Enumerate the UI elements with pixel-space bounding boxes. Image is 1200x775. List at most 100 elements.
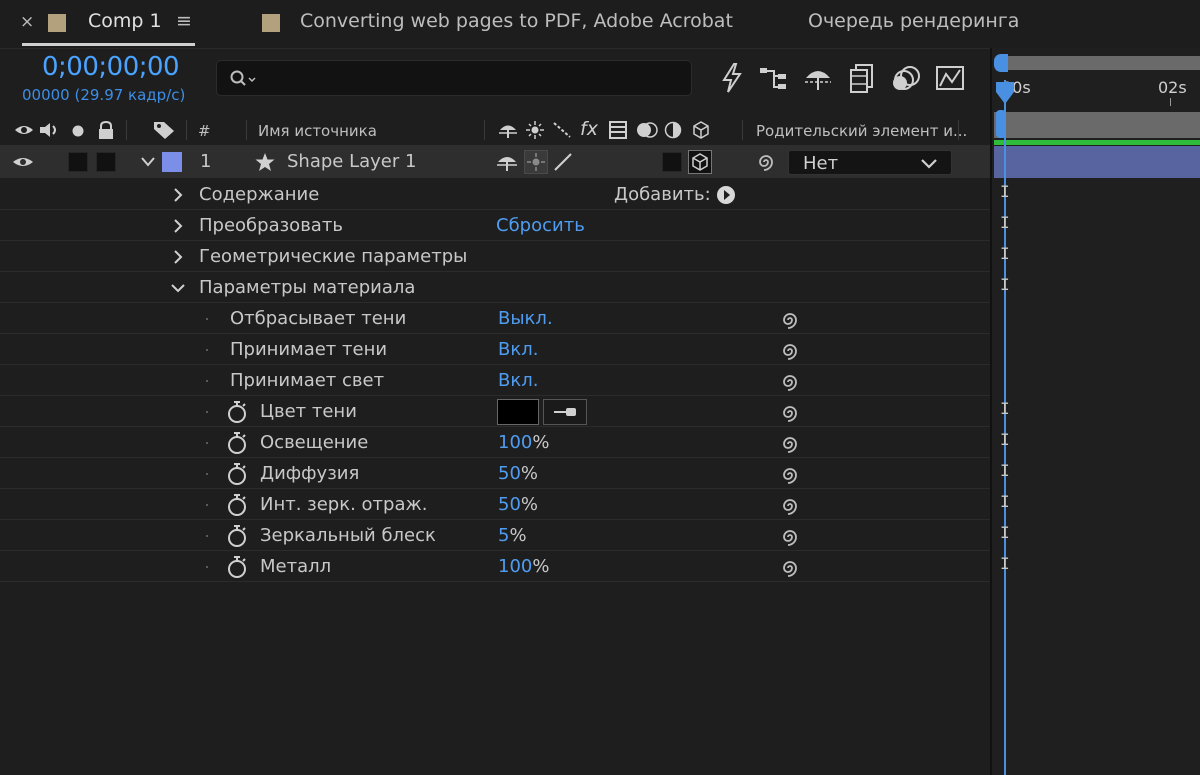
stopwatch-icon[interactable]	[226, 493, 248, 517]
pick-whip-spiral-icon[interactable]	[778, 557, 802, 579]
chevron-right-icon[interactable]	[172, 187, 184, 203]
layer-span-bar[interactable]	[994, 146, 1200, 178]
timeline-panel[interactable]: 00s 02s	[990, 48, 1200, 775]
ruler-tick	[1170, 98, 1171, 106]
add-play-circle-icon[interactable]	[716, 185, 736, 205]
value-number[interactable]: 50	[498, 494, 521, 515]
pick-whip-spiral-icon[interactable]	[778, 526, 802, 548]
pick-whip-spiral-icon[interactable]	[778, 340, 802, 362]
layer-3d-toggle[interactable]	[688, 150, 712, 174]
group-row-geometry[interactable]: Геометрические параметры	[0, 241, 990, 272]
value-unit: %	[509, 525, 527, 546]
3d-layer-cube-icon[interactable]	[692, 121, 710, 139]
stopwatch-icon[interactable]	[226, 555, 248, 579]
frame-blend-column-icon[interactable]	[608, 121, 628, 139]
layer-collapse-switch[interactable]	[524, 150, 548, 174]
work-area-start-handle[interactable]	[994, 54, 1008, 72]
flowchart-icon[interactable]	[758, 62, 790, 94]
row-dot	[206, 411, 208, 413]
search-icon[interactable]	[229, 69, 259, 89]
property-value[interactable]: Выкл.	[498, 308, 553, 329]
chevron-down-icon[interactable]	[140, 155, 156, 169]
property-value[interactable]: 50%	[498, 494, 538, 515]
tab-divider	[0, 48, 990, 49]
layer-duration-bar	[994, 140, 1200, 145]
chevron-right-icon[interactable]	[172, 249, 184, 265]
property-label: Диффузия	[260, 463, 360, 484]
property-row: Цвет тени	[0, 396, 990, 427]
pick-whip-spiral-icon[interactable]	[778, 309, 802, 331]
motion-blur-column-icon[interactable]	[634, 121, 660, 139]
column-parent[interactable]: Родительский элемент и...	[756, 122, 967, 140]
solo-toggle-box[interactable]	[96, 152, 116, 172]
value-number[interactable]: 100	[498, 556, 532, 577]
pick-whip-spiral-icon[interactable]	[778, 371, 802, 393]
shy-switch-icon[interactable]	[498, 121, 518, 139]
layer-name[interactable]: Shape Layer 1	[287, 151, 416, 172]
playhead-icon[interactable]	[994, 80, 1016, 106]
quality-slash-icon[interactable]	[552, 121, 572, 139]
layer-label-color-swatch[interactable]	[162, 152, 182, 172]
stopwatch-icon[interactable]	[226, 400, 248, 424]
solo-dot-icon[interactable]	[70, 123, 86, 139]
property-value[interactable]: 100%	[498, 556, 549, 577]
chevron-down-icon[interactable]	[170, 282, 186, 294]
reset-link[interactable]: Сбросить	[496, 215, 585, 236]
parent-pick-whip-icon[interactable]	[754, 151, 778, 173]
parent-dropdown[interactable]: Нет	[788, 150, 952, 175]
pick-whip-spiral-icon[interactable]	[778, 464, 802, 486]
add-menu-label[interactable]: Добавить:	[614, 184, 711, 205]
chevron-right-icon[interactable]	[172, 218, 184, 234]
lock-icon[interactable]	[96, 120, 116, 140]
close-tab-button[interactable]: ×	[20, 12, 34, 32]
video-eye-icon[interactable]	[14, 122, 34, 138]
current-time-display[interactable]: 0;00;00;00	[42, 52, 180, 82]
layer-quality-slash-icon[interactable]	[552, 152, 574, 172]
audio-toggle-box[interactable]	[68, 152, 88, 172]
draft-3d-icon[interactable]	[716, 62, 748, 94]
effects-fx-icon[interactable]: fx	[580, 118, 598, 140]
stopwatch-icon[interactable]	[226, 462, 248, 486]
frame-blending-icon[interactable]	[846, 62, 878, 94]
value-number[interactable]: 50	[498, 463, 521, 484]
tab-comp-1[interactable]: Comp 1	[88, 10, 162, 32]
adjustment-toggle-box[interactable]	[662, 152, 682, 172]
property-value[interactable]: Вкл.	[498, 370, 538, 391]
label-tag-icon[interactable]	[152, 120, 176, 140]
work-area-bar[interactable]	[1002, 56, 1200, 70]
shadow-color-swatch[interactable]	[497, 399, 539, 425]
graph-editor-icon[interactable]	[934, 62, 966, 94]
group-row-transform[interactable]: Преобразовать Сбросить	[0, 210, 990, 241]
stopwatch-icon[interactable]	[226, 431, 248, 455]
value-number[interactable]: 100	[498, 432, 532, 453]
column-source-name[interactable]: Имя источника	[258, 122, 377, 140]
group-row-contents[interactable]: Содержание Добавить:	[0, 179, 990, 210]
motion-blur-icon[interactable]	[890, 62, 922, 94]
pick-whip-spiral-icon[interactable]	[778, 433, 802, 455]
audio-speaker-icon[interactable]	[38, 121, 62, 139]
search-input[interactable]	[216, 60, 692, 96]
pick-whip-spiral-icon[interactable]	[778, 402, 802, 424]
layer-visibility-eye-icon[interactable]	[12, 155, 34, 169]
dropdown-chevron-down-icon	[919, 157, 939, 171]
layer-shy-switch-icon[interactable]	[496, 152, 518, 172]
pick-whip-spiral-icon[interactable]	[778, 495, 802, 517]
tab-render-queue[interactable]: Очередь рендеринга	[808, 10, 1019, 32]
shy-layers-icon[interactable]	[802, 62, 834, 94]
value-number[interactable]: 5	[498, 525, 509, 546]
property-value[interactable]: 50%	[498, 463, 538, 484]
collapse-sun-icon[interactable]	[526, 121, 544, 139]
parent-dropdown-value: Нет	[803, 153, 839, 174]
property-value[interactable]: 5%	[498, 525, 527, 546]
layer-row[interactable]: 1 Shape Layer 1 Нет	[0, 146, 990, 178]
group-row-material[interactable]: Параметры материала	[0, 272, 990, 303]
tab-menu-button[interactable]: ≡	[176, 10, 192, 32]
stopwatch-icon[interactable]	[226, 524, 248, 548]
property-label: Металл	[260, 556, 332, 577]
tab-converting-web-pages[interactable]: Converting web pages to PDF, Adobe Acrob…	[300, 10, 733, 32]
property-value[interactable]: Вкл.	[498, 339, 538, 360]
row-dot	[206, 349, 208, 351]
adjustment-layer-icon[interactable]	[664, 121, 682, 139]
eyedropper-button[interactable]	[543, 399, 587, 425]
property-value[interactable]: 100%	[498, 432, 549, 453]
